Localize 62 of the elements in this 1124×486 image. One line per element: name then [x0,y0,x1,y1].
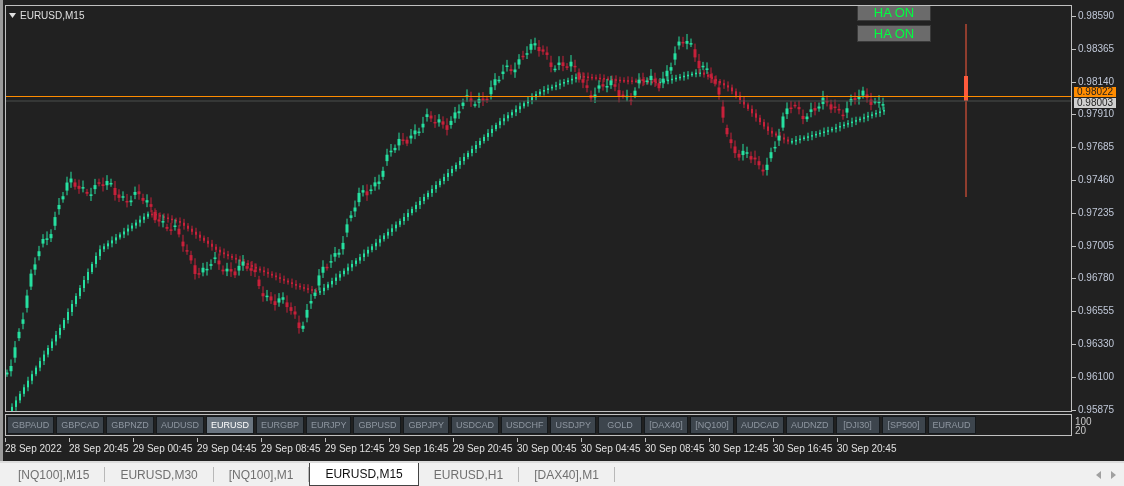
time-label: 29 Sep 12:45 [325,443,385,454]
dropdown-icon[interactable] [9,13,16,18]
time-label: 30 Sep 16:45 [773,443,833,454]
price-label: 0.98140 [1078,76,1115,87]
bid-price-tag: 0.98003 [1074,98,1117,108]
price-label: 0.96555 [1078,306,1115,317]
symbol-button[interactable]: GBPJPY [403,416,449,434]
time-label: 29 Sep 04:45 [197,443,257,454]
chart-tab[interactable]: [NQ100],M15 [3,467,106,482]
price-label: 0.98365 [1078,43,1115,54]
symbol-button[interactable]: EURAUD [927,416,976,434]
time-label: 28 Sep 2022 [5,443,62,454]
price-label: 0.97460 [1078,175,1115,185]
time-label: 30 Sep 08:45 [645,443,705,454]
price-label: 0.97910 [1078,109,1115,120]
symbol-button[interactable]: GBPUSD [353,416,402,434]
time-label: 29 Sep 16:45 [389,443,449,454]
symbol-button[interactable]: GOLD [598,416,642,434]
time-label: 30 Sep 00:45 [517,443,577,454]
time-label: 30 Sep 12:45 [709,443,769,454]
price-label: 0.98590 [1078,11,1115,21]
scale-label: 20 [1075,426,1087,435]
symbol-button[interactable]: EURGBP [255,416,304,434]
symbol-button[interactable]: [NQ100] [690,416,734,434]
symbol-button[interactable]: USDCHF [501,416,549,434]
symbol-button[interactable]: [DAX40] [644,416,688,434]
time-label: 30 Sep 04:45 [581,443,641,454]
symbol-button[interactable]: USDJPY [550,416,596,434]
chart-tab[interactable]: EURUSD,M15 [309,463,419,486]
symbol-button[interactable]: GBPNZD [106,416,154,434]
price-label: 0.97235 [1078,207,1115,218]
indicator-button[interactable]: HA ON [857,25,931,42]
symbol-button[interactable]: GBPAUD [7,416,55,434]
chart-title: EURUSD,M15 [20,9,85,23]
symbol-button[interactable]: AUDUSD [155,416,204,434]
scroll-left-icon[interactable] [1096,470,1101,479]
symbol-button[interactable]: EURJPY [305,416,352,434]
time-label: 30 Sep 20:45 [837,443,897,454]
price-label: 0.96780 [1078,273,1115,284]
scroll-right-icon[interactable] [1111,470,1116,479]
chart-tab[interactable]: EURUSD,M30 [105,467,214,482]
symbol-button[interactable]: AUDCAD [736,416,784,434]
symbol-button[interactable]: EURUSD [205,416,254,434]
chart-tab[interactable]: [DAX40],M1 [519,467,615,482]
chart-tab[interactable]: EURUSD,H1 [418,467,520,482]
scale-label: 100 [1075,417,1092,426]
time-label: 29 Sep 08:45 [261,443,321,454]
symbol-button[interactable]: AUDNZD [786,416,834,434]
time-label: 29 Sep 00:45 [133,443,193,454]
symbol-button[interactable]: [DJI30] [835,416,880,434]
price-label: 0.97685 [1078,142,1115,153]
symbol-button[interactable]: GBPCAD [56,416,105,434]
ask-price-tag: 0.98022 [1074,87,1117,97]
price-label: 0.96100 [1078,371,1115,382]
symbol-button[interactable]: [SP500] [881,416,926,434]
price-label: 0.97005 [1078,240,1115,251]
symbol-button[interactable]: USDCAD [450,416,499,434]
indicator-button[interactable]: HA ON [857,6,931,21]
price-label: 0.95875 [1078,404,1115,415]
time-label: 29 Sep 20:45 [453,443,513,454]
time-label: 28 Sep 20:45 [69,443,129,454]
price-label: 0.96330 [1078,339,1115,349]
